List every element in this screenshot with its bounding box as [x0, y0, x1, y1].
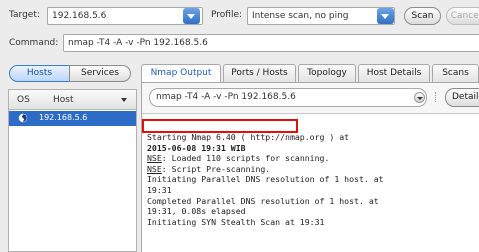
output-line: Initiating Parallel DNS resolution of 1 … [147, 174, 384, 185]
profile-label: Profile: [211, 10, 243, 20]
tab-topology[interactable]: Topology [298, 64, 356, 82]
scan-command-select[interactable]: nmap -T4 -A -v -Pn 192.168.5.6 [149, 88, 427, 107]
os-generic-icon [18, 113, 28, 123]
command-label: Command: [9, 38, 59, 48]
cancel-button[interactable]: Cancel [446, 7, 479, 25]
nse-link[interactable]: NSE [147, 164, 162, 174]
hosts-toggle-button[interactable]: Hosts [9, 65, 70, 82]
tab-nmap-output[interactable]: Nmap Output [141, 64, 221, 83]
host-list-header: OS Host [9, 90, 136, 110]
pane-divider [435, 92, 437, 102]
output-timestamp: 2015-06-08 19:31 WIB [147, 142, 246, 153]
output-line: Starting Nmap 6.40 ( [147, 132, 251, 142]
nmap-output-pane: nmap -T4 -A -v -Pn 192.168.5.6 Details S… [141, 82, 479, 252]
target-label: Target: [9, 10, 40, 20]
os-column-header[interactable]: OS [17, 95, 30, 105]
services-toggle-button[interactable]: Services [69, 65, 131, 82]
nse-link[interactable]: NSE [147, 153, 162, 163]
output-line: : Loaded 110 scripts for scanning. [161, 153, 330, 164]
scan-button[interactable]: Scan [404, 7, 441, 25]
tab-ports-hosts[interactable]: Ports / Hosts [223, 64, 296, 82]
host-row[interactable]: 192.168.5.6 [9, 111, 136, 126]
scan-output-text: Starting Nmap 6.40 ( http://nmap.org ) a… [142, 113, 479, 252]
host-list: OS Host 192.168.5.6 [8, 89, 137, 252]
host-ip: 192.168.5.6 [39, 113, 88, 122]
target-input[interactable]: 192.168.5.6 [47, 7, 203, 25]
sort-arrow-icon[interactable] [121, 98, 127, 102]
output-line: 19:31, 0.08s elapsed [147, 206, 246, 217]
profile-select[interactable]: Intense scan, no ping [247, 7, 395, 25]
target-toolbar: Target: 192.168.5.6 Profile: Intense sca… [0, 0, 479, 32]
details-button[interactable]: Details [445, 88, 479, 107]
target-dropdown-button[interactable] [183, 8, 200, 24]
nmap-link[interactable]: http://nmap.org [251, 132, 325, 142]
tab-scans[interactable]: Scans [432, 64, 479, 82]
profile-dropdown-button[interactable] [377, 8, 394, 24]
timestamp-highlight-box [142, 119, 298, 133]
output-line: ) at [324, 132, 350, 142]
output-line: 19:31 [147, 184, 172, 195]
output-line: : Script Pre-scanning. [161, 163, 271, 174]
host-column-header[interactable]: Host [53, 95, 74, 105]
command-bar: Command: nmap -T4 -A -v -Pn 192.168.5.6 [0, 32, 479, 54]
command-input[interactable]: nmap -T4 -A -v -Pn 192.168.5.6 [63, 34, 479, 52]
chevron-down-icon[interactable] [414, 92, 425, 103]
output-line: Completed Parallel DNS resolution of 1 h… [147, 195, 379, 206]
tab-host-details[interactable]: Host Details [358, 64, 430, 82]
output-line: Initiating SYN Stealth Scan at 19:31 [147, 216, 325, 227]
